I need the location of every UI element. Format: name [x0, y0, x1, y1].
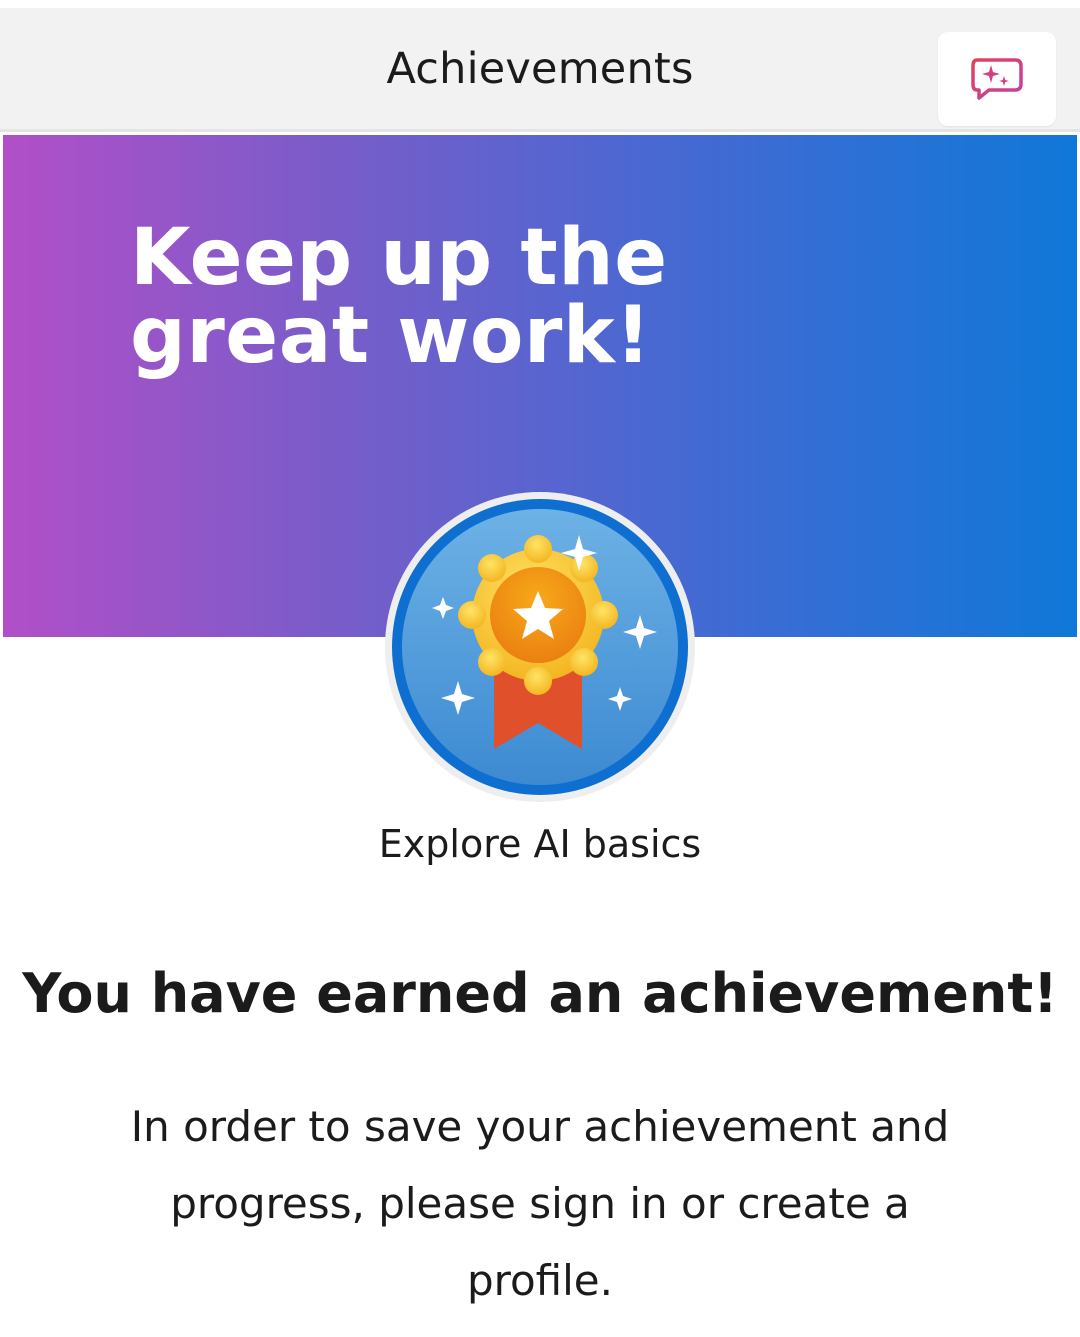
- sign-in-message: In order to save your achievement and pr…: [130, 1102, 950, 1305]
- status-strip: [0, 0, 1080, 8]
- chat-sparkle-icon: [971, 58, 1023, 100]
- achievement-title: You have earned an achievement!: [22, 962, 1058, 1025]
- app-header: Achievements: [0, 8, 1080, 132]
- achievement-badge: [384, 491, 696, 803]
- badge-name: Explore AI basics: [378, 822, 702, 866]
- copilot-button[interactable]: [938, 32, 1056, 126]
- award-medal-icon: [385, 492, 695, 802]
- page-title: Achievements: [386, 44, 694, 94]
- banner-headline: Keep up the great work!: [130, 213, 668, 381]
